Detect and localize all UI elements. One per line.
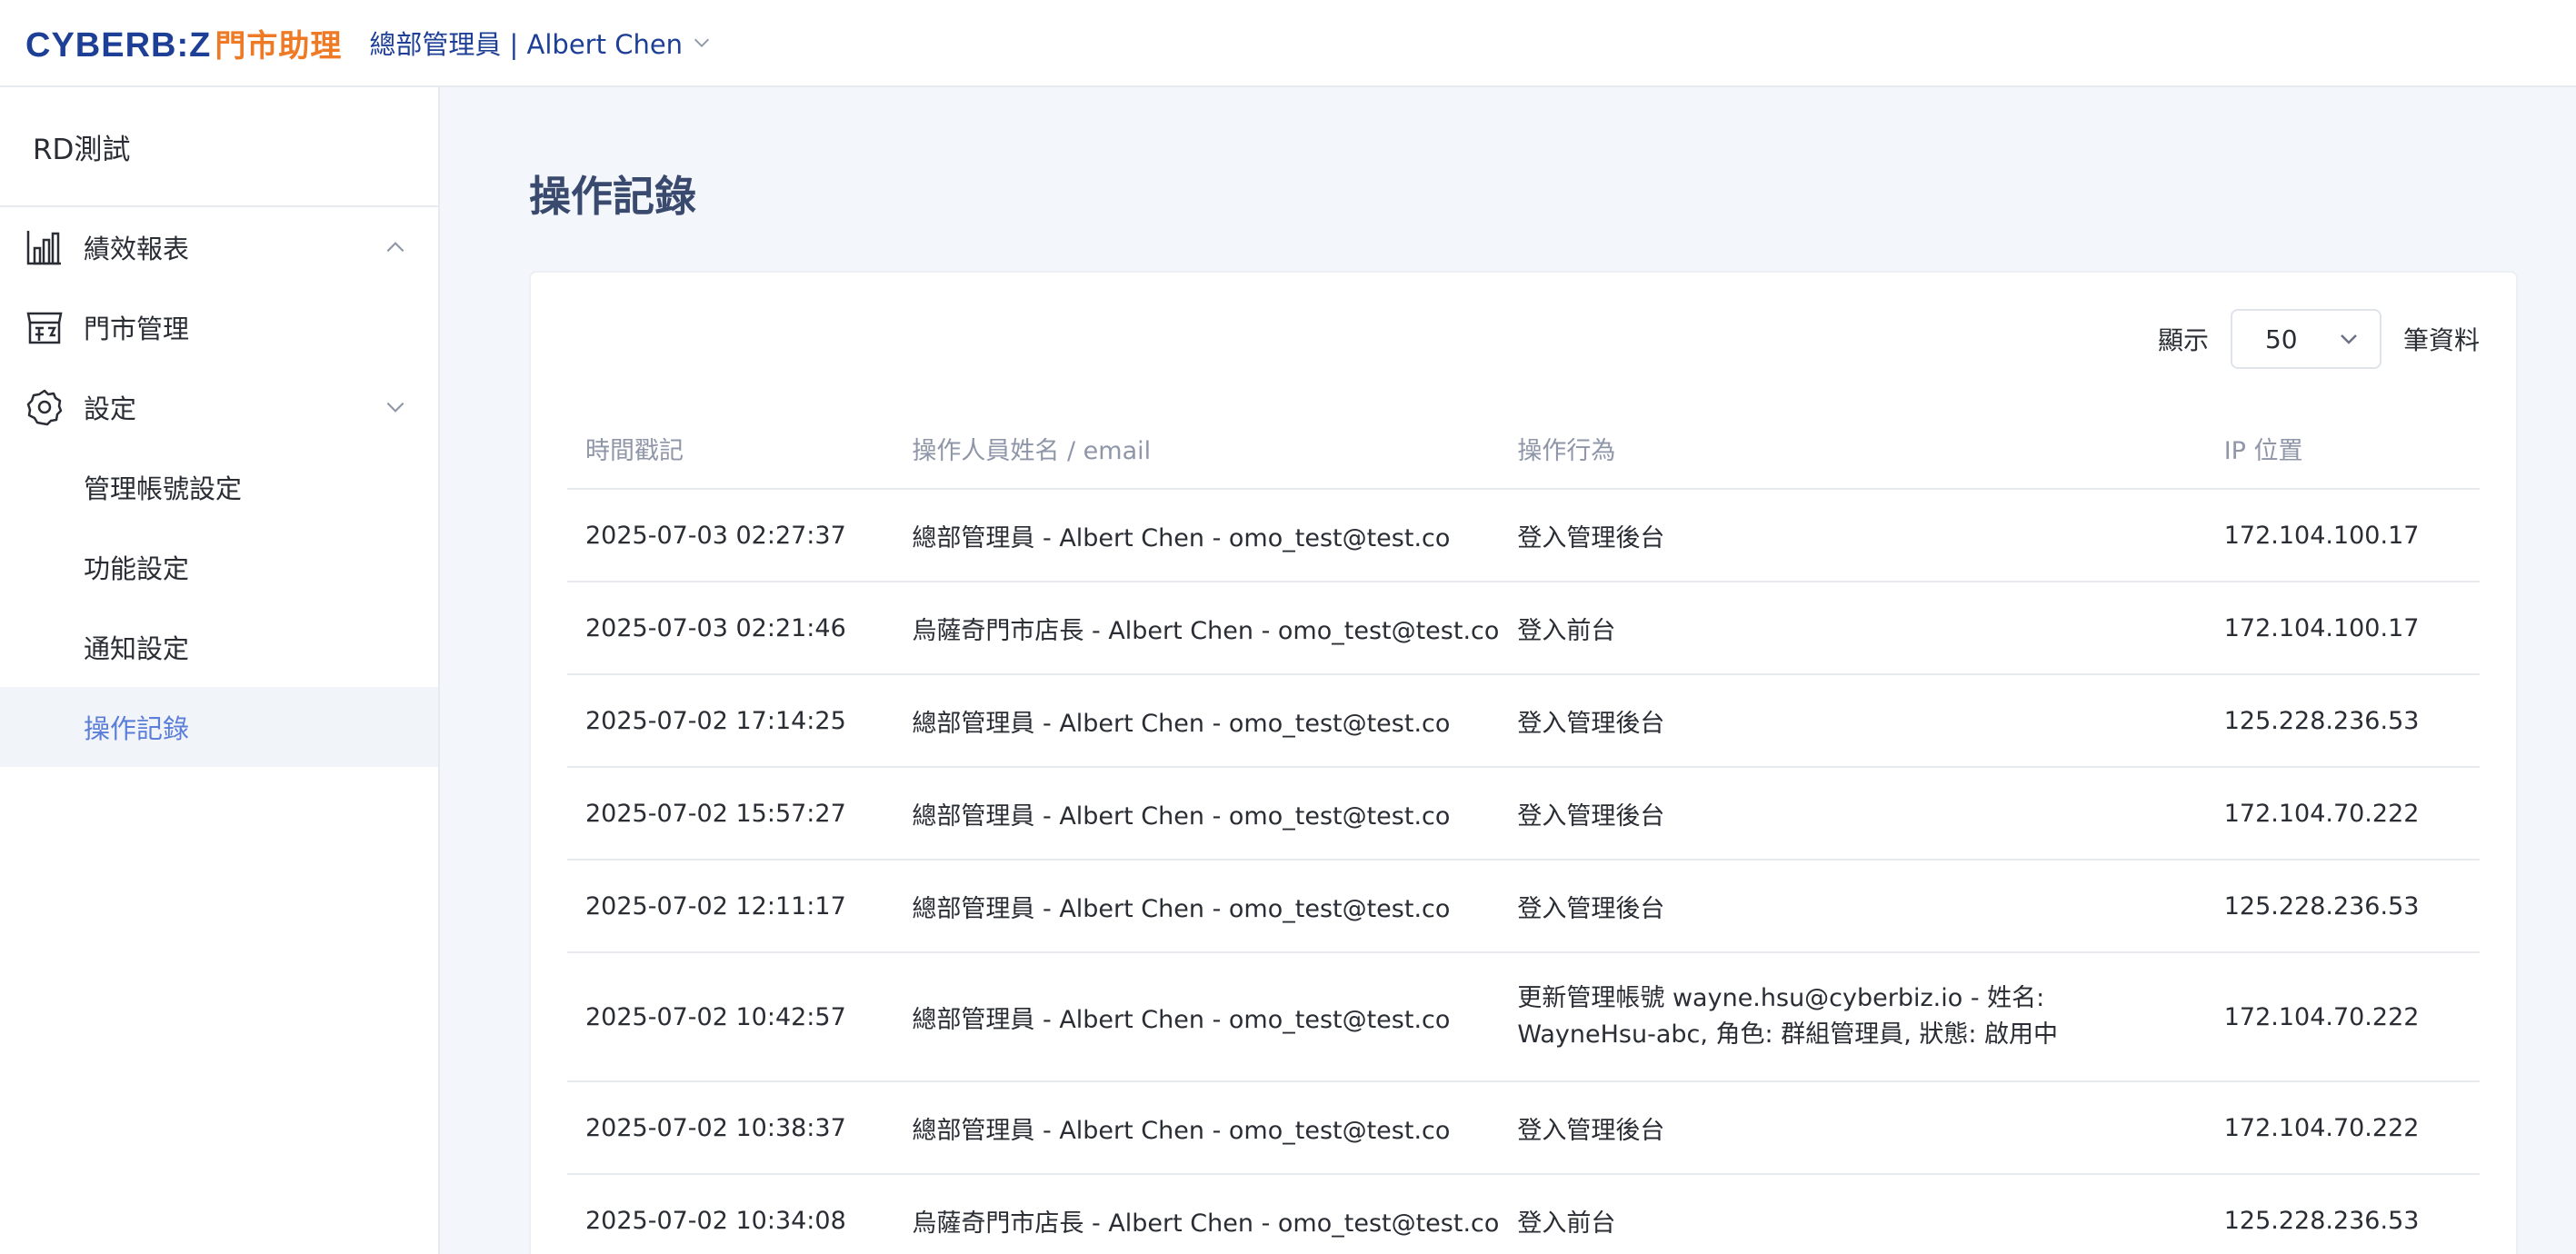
- table-row: 2025-07-02 10:42:57 總部管理員 - Albert Chen …: [567, 952, 2480, 1082]
- cell-timestamp: 2025-07-03 02:27:37: [567, 489, 894, 582]
- sidebar-subitem-operation-log[interactable]: 操作記錄: [0, 687, 438, 767]
- cell-operator: 總部管理員 - Albert Chen - omo_test@test.co: [894, 860, 1500, 953]
- cell-timestamp: 2025-07-02 10:42:57: [567, 952, 894, 1082]
- sidebar-item-store-management[interactable]: 門市管理: [0, 287, 438, 367]
- sidebar-subitem-feature-settings[interactable]: 功能設定: [0, 527, 438, 607]
- top-bar: CYBERB:Z 門市助理 總部管理員 | Albert Chen: [0, 0, 2576, 87]
- page-size-control: 顯示 50 筆資料: [2158, 309, 2480, 369]
- logo-brand: CYBERB:Z: [25, 25, 212, 65]
- bar-chart-icon: [25, 228, 64, 266]
- sidebar-item-label: 績效報表: [84, 234, 190, 264]
- sidebar-item-label: 設定: [84, 393, 137, 424]
- sidebar-item-label: 門市管理: [84, 314, 190, 344]
- log-card: 顯示 50 筆資料 時間戳記 操作人員姓名 / email 操作行為 IP 位置…: [529, 271, 2518, 1254]
- column-header-operator: 操作人員姓名 / email: [894, 409, 1500, 490]
- cell-timestamp: 2025-07-02 15:57:27: [567, 767, 894, 861]
- cell-ip: 172.104.70.222: [2205, 952, 2480, 1082]
- user-menu[interactable]: 總部管理員 | Albert Chen: [369, 24, 712, 62]
- cell-timestamp: 2025-07-03 02:21:46: [567, 582, 894, 675]
- table-row: 2025-07-03 02:27:37 總部管理員 - Albert Chen …: [567, 489, 2480, 582]
- table-row: 2025-07-02 17:14:25 總部管理員 - Albert Chen …: [567, 674, 2480, 768]
- app-logo[interactable]: CYBERB:Z 門市助理: [25, 21, 342, 65]
- cell-ip: 172.104.100.17: [2205, 489, 2480, 582]
- cell-operator: 烏薩奇門市店長 - Albert Chen - omo_test@test.co: [894, 1174, 1500, 1254]
- table-row: 2025-07-02 10:34:08 烏薩奇門市店長 - Albert Che…: [567, 1174, 2480, 1254]
- store-name: RD測試: [0, 87, 438, 207]
- page-size-value: 50: [2264, 323, 2298, 354]
- cell-ip: 125.228.236.53: [2205, 860, 2480, 953]
- sidebar-item-reports[interactable]: 績效報表: [0, 207, 438, 287]
- page-size-suffix: 筆資料: [2402, 325, 2480, 355]
- table-row: 2025-07-03 02:21:46 烏薩奇門市店長 - Albert Che…: [567, 582, 2480, 675]
- column-header-action: 操作行為: [1499, 409, 2206, 490]
- table-row: 2025-07-02 10:38:37 總部管理員 - Albert Chen …: [567, 1081, 2480, 1175]
- cell-operator: 總部管理員 - Albert Chen - omo_test@test.co: [894, 1081, 1500, 1175]
- cell-action: 登入管理後台: [1499, 860, 2206, 953]
- sidebar-subitem-notification-settings[interactable]: 通知設定: [0, 607, 438, 687]
- chevron-up-icon: [386, 242, 404, 253]
- logo-subtitle: 門市助理: [215, 27, 343, 65]
- cell-operator: 總部管理員 - Albert Chen - omo_test@test.co: [894, 767, 1500, 861]
- page-title: 操作記錄: [529, 172, 696, 221]
- cell-action: 登入前台: [1499, 582, 2206, 675]
- cell-ip: 172.104.70.222: [2205, 1081, 2480, 1175]
- gear-icon: [25, 388, 64, 426]
- chevron-down-icon: [386, 402, 404, 413]
- cell-action: 登入管理後台: [1499, 489, 2206, 582]
- column-header-timestamp: 時間戳記: [567, 409, 894, 490]
- cell-action: 登入前台: [1499, 1174, 2206, 1254]
- cell-timestamp: 2025-07-02 17:14:25: [567, 674, 894, 768]
- chevron-down-icon: [694, 38, 710, 47]
- cell-ip: 125.228.236.53: [2205, 1174, 2480, 1254]
- table-row: 2025-07-02 12:11:17 總部管理員 - Albert Chen …: [567, 860, 2480, 953]
- cell-ip: 172.104.100.17: [2205, 582, 2480, 675]
- store-icon: [25, 308, 64, 346]
- cell-action: 登入管理後台: [1499, 1081, 2206, 1175]
- page-size-prefix: 顯示: [2157, 325, 2209, 355]
- cell-operator: 烏薩奇門市店長 - Albert Chen - omo_test@test.co: [894, 582, 1500, 675]
- cell-timestamp: 2025-07-02 10:38:37: [567, 1081, 894, 1175]
- sidebar-item-settings[interactable]: 設定: [0, 367, 438, 447]
- cell-ip: 125.228.236.53: [2205, 674, 2480, 768]
- cell-action: 更新管理帳號 wayne.hsu@cyberbiz.io - 姓名: Wayne…: [1499, 952, 2206, 1082]
- sidebar-subitem-account-settings[interactable]: 管理帳號設定: [0, 447, 438, 527]
- cell-operator: 總部管理員 - Albert Chen - omo_test@test.co: [894, 952, 1500, 1082]
- cell-action: 登入管理後台: [1499, 767, 2206, 861]
- table-header-row: 時間戳記 操作人員姓名 / email 操作行為 IP 位置: [567, 409, 2480, 490]
- cell-timestamp: 2025-07-02 12:11:17: [567, 860, 894, 953]
- sidebar: RD測試 績效報表 門市管理 設定 管理帳號設定 功能設定 通知設定 操作記錄: [0, 87, 440, 1254]
- cell-ip: 172.104.70.222: [2205, 767, 2480, 861]
- column-header-ip: IP 位置: [2205, 409, 2480, 490]
- user-menu-label: 總部管理員 | Albert Chen: [369, 29, 684, 60]
- cell-timestamp: 2025-07-02 10:34:08: [567, 1174, 894, 1254]
- cell-action: 登入管理後台: [1499, 674, 2206, 768]
- table-row: 2025-07-02 15:57:27 總部管理員 - Albert Chen …: [567, 767, 2480, 861]
- cell-operator: 總部管理員 - Albert Chen - omo_test@test.co: [894, 674, 1500, 768]
- cell-operator: 總部管理員 - Albert Chen - omo_test@test.co: [894, 489, 1500, 582]
- operation-log-table: 時間戳記 操作人員姓名 / email 操作行為 IP 位置 2025-07-0…: [567, 409, 2480, 1254]
- page-size-select[interactable]: 50: [2230, 309, 2381, 369]
- chevron-down-icon: [2341, 334, 2357, 344]
